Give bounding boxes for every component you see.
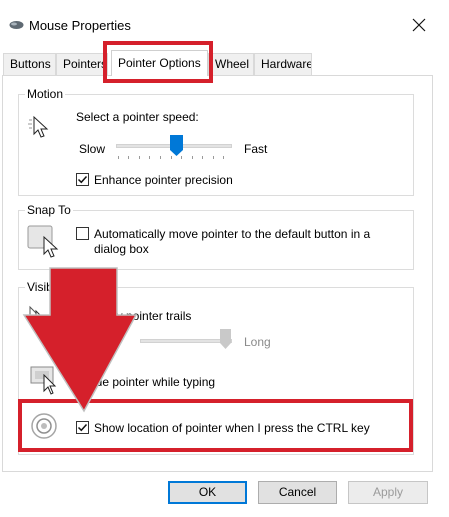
- title-bar: Mouse Properties: [0, 0, 449, 48]
- trails-slider-track[interactable]: [140, 339, 232, 343]
- window-title: Mouse Properties: [29, 18, 131, 33]
- fast-label: Fast: [244, 142, 268, 156]
- pointer-location-label: Show location of pointer when I press th…: [94, 421, 370, 435]
- speed-label: Select a pointer speed:: [76, 110, 199, 124]
- pointer-trails-icon: [28, 304, 58, 334]
- snap-to-label-line2: dialog box: [94, 242, 149, 256]
- long-label: Long: [244, 335, 271, 349]
- cancel-button[interactable]: Cancel: [258, 481, 337, 504]
- visibility-group-label: Visibi: [25, 280, 58, 294]
- tab-strip: Buttons Pointers Pointer Options Wheel H…: [0, 50, 449, 76]
- snap-to-checkbox[interactable]: [76, 227, 89, 240]
- apply-button[interactable]: Apply: [348, 481, 428, 504]
- enhance-precision-checkbox[interactable]: [76, 173, 89, 186]
- mouse-icon: [9, 21, 24, 29]
- close-icon: [412, 18, 426, 32]
- snap-to-label-line1: Automatically move pointer to the defaul…: [94, 227, 371, 241]
- mouse-cursor-icon: [43, 374, 57, 395]
- pointer-trails-label: ay pointer trails: [110, 309, 192, 323]
- tab-hardware[interactable]: Hardware: [254, 53, 312, 75]
- trails-slider-thumb[interactable]: [220, 329, 231, 349]
- motion-group-label: Motion: [25, 87, 66, 101]
- snap-to-group-label: Snap To: [25, 203, 73, 217]
- close-button[interactable]: [405, 12, 433, 38]
- pointer-location-checkbox[interactable]: [76, 421, 89, 434]
- tab-pointer-options[interactable]: Pointer Options: [111, 50, 208, 76]
- checkmark-icon: [77, 175, 88, 184]
- checkmark-icon: [77, 423, 88, 432]
- speed-slider-thumb[interactable]: [169, 135, 183, 156]
- tab-pointers[interactable]: Pointers: [56, 53, 108, 75]
- snap-to-icon: [27, 224, 59, 258]
- slow-label: Slow: [79, 142, 106, 156]
- pointer-location-icon: [30, 410, 62, 442]
- enhance-precision-label: Enhance pointer precision: [94, 173, 233, 187]
- ok-button[interactable]: OK: [168, 481, 247, 504]
- pointer-speed-icon: [28, 115, 49, 138]
- hide-pointer-typing-label: ide pointer while typing: [93, 375, 216, 389]
- tab-buttons[interactable]: Buttons: [3, 53, 56, 75]
- tab-wheel[interactable]: Wheel: [208, 53, 254, 75]
